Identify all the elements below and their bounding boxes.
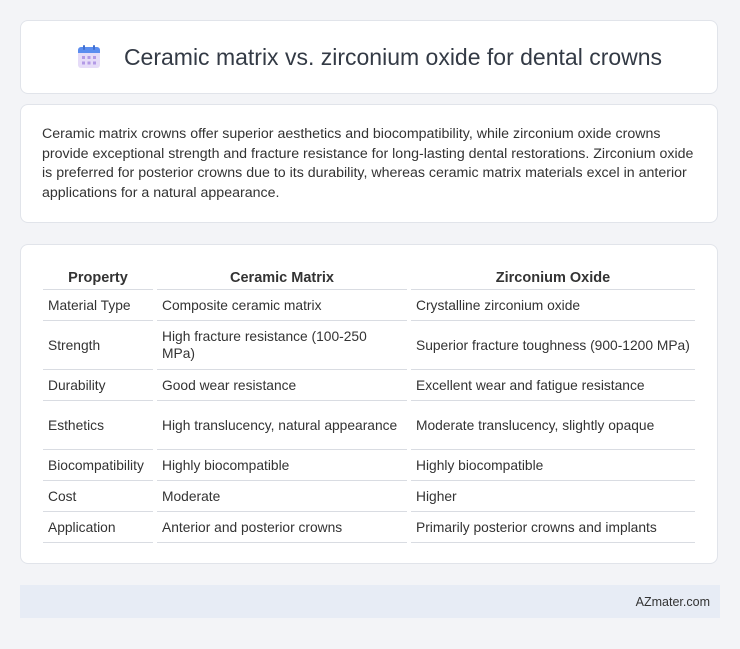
row-property: Strength <box>43 321 153 370</box>
calendar-icon <box>77 45 100 68</box>
title-card: Ceramic matrix vs. zirconium oxide for d… <box>20 20 718 94</box>
table-row: Esthetics High translucency, natural app… <box>43 401 695 450</box>
summary-text: Ceramic matrix crowns offer superior aes… <box>42 126 694 201</box>
footer-source-link[interactable]: AZmater.com <box>636 595 710 609</box>
table-row: Strength High fracture resistance (100-2… <box>43 321 695 370</box>
row-property: Durability <box>43 370 153 401</box>
footer: AZmater.com <box>20 585 720 618</box>
row-zirconium-value: Highly biocompatible <box>411 450 695 481</box>
table-row: Durability Good wear resistance Excellen… <box>43 370 695 401</box>
comparison-table: Property Ceramic Matrix Zirconium Oxide … <box>39 265 699 543</box>
page-title: Ceramic matrix vs. zirconium oxide for d… <box>123 43 663 70</box>
header-property: Property <box>43 265 153 290</box>
row-ceramic-value: Anterior and posterior crowns <box>157 512 407 543</box>
row-ceramic-value: Highly biocompatible <box>157 450 407 481</box>
row-property: Material Type <box>43 290 153 321</box>
row-ceramic-value: Good wear resistance <box>157 370 407 401</box>
row-zirconium-value: Crystalline zirconium oxide <box>411 290 695 321</box>
table-row: Biocompatibility Highly biocompatible Hi… <box>43 450 695 481</box>
summary-card: Ceramic matrix crowns offer superior aes… <box>20 104 718 223</box>
table-header-row: Property Ceramic Matrix Zirconium Oxide <box>43 265 695 290</box>
header-ceramic-matrix: Ceramic Matrix <box>157 265 407 290</box>
row-zirconium-value: Superior fracture toughness (900-1200 MP… <box>411 321 695 370</box>
row-zirconium-value: Primarily posterior crowns and implants <box>411 512 695 543</box>
row-ceramic-value: High fracture resistance (100-250 MPa) <box>157 321 407 370</box>
row-property: Esthetics <box>43 401 153 450</box>
row-ceramic-value: Moderate <box>157 481 407 512</box>
row-property: Biocompatibility <box>43 450 153 481</box>
comparison-table-card: Property Ceramic Matrix Zirconium Oxide … <box>20 244 718 564</box>
table-row: Material Type Composite ceramic matrix C… <box>43 290 695 321</box>
header-zirconium-oxide: Zirconium Oxide <box>411 265 695 290</box>
row-ceramic-value: High translucency, natural appearance <box>157 401 407 450</box>
row-property: Application <box>43 512 153 543</box>
row-property: Cost <box>43 481 153 512</box>
row-zirconium-value: Moderate translucency, slightly opaque <box>411 401 695 450</box>
row-zirconium-value: Excellent wear and fatigue resistance <box>411 370 695 401</box>
table-row: Cost Moderate Higher <box>43 481 695 512</box>
table-row: Application Anterior and posterior crown… <box>43 512 695 543</box>
row-zirconium-value: Higher <box>411 481 695 512</box>
row-ceramic-value: Composite ceramic matrix <box>157 290 407 321</box>
